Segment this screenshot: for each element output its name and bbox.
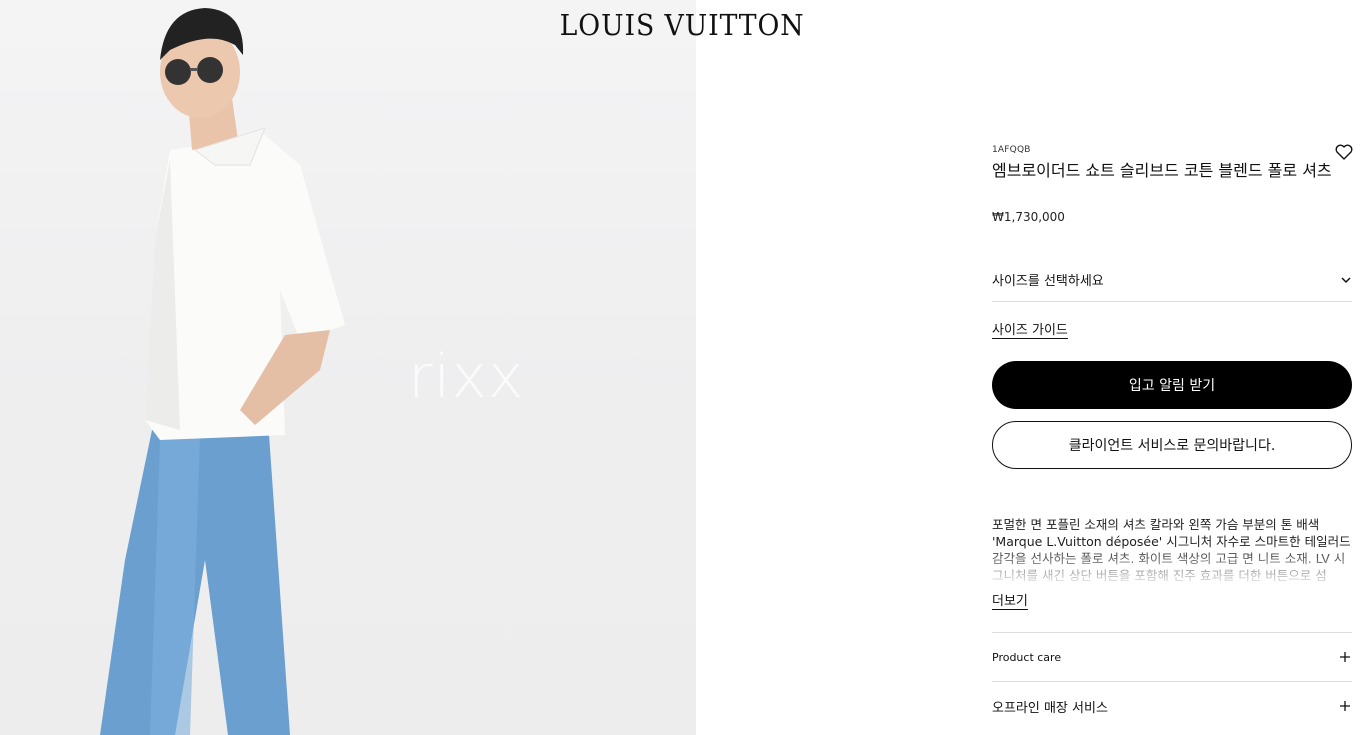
read-more-link[interactable]: 더보기: [992, 590, 1028, 609]
product-image: rixx: [0, 0, 696, 735]
size-guide-link[interactable]: 사이즈 가이드: [992, 319, 1068, 338]
accordion-label: Product care: [992, 650, 1062, 664]
chevron-down-icon: [1341, 276, 1351, 283]
product-title: 엠브로이더드 쇼트 슬리브드 코튼 블렌드 폴로 셔츠: [992, 161, 1332, 180]
model-photo: [100, 8, 345, 735]
accordion-store-services[interactable]: 오프라인 매장 서비스: [992, 681, 1352, 730]
notify-button[interactable]: 입고 알림 받기: [992, 361, 1352, 409]
plus-icon: [1340, 701, 1350, 711]
size-select-label: 사이즈를 선택하세요: [992, 274, 1104, 289]
brand-logo[interactable]: LOUIS VUITTON: [0, 8, 1364, 42]
accordion-label: 오프라인 매장 서비스: [992, 700, 1108, 716]
product-description: 포멀한 면 포플린 소재의 셔츠 칼라와 왼쪽 가슴 부분의 톤 배색 'Mar…: [992, 516, 1352, 586]
heart-icon[interactable]: [1334, 142, 1354, 162]
watermark: rixx: [408, 342, 525, 412]
accordion-product-care[interactable]: Product care: [992, 632, 1352, 681]
product-sku: 1AFQQB: [992, 145, 1031, 155]
size-select[interactable]: 사이즈를 선택하세요: [992, 258, 1352, 302]
brand-wordmark: LOUIS VUITTON: [559, 8, 805, 42]
contact-button[interactable]: 클라이언트 서비스로 문의바랍니다.: [992, 421, 1352, 469]
product-price: ₩1,730,000: [992, 210, 1065, 224]
plus-icon: [1340, 652, 1350, 662]
